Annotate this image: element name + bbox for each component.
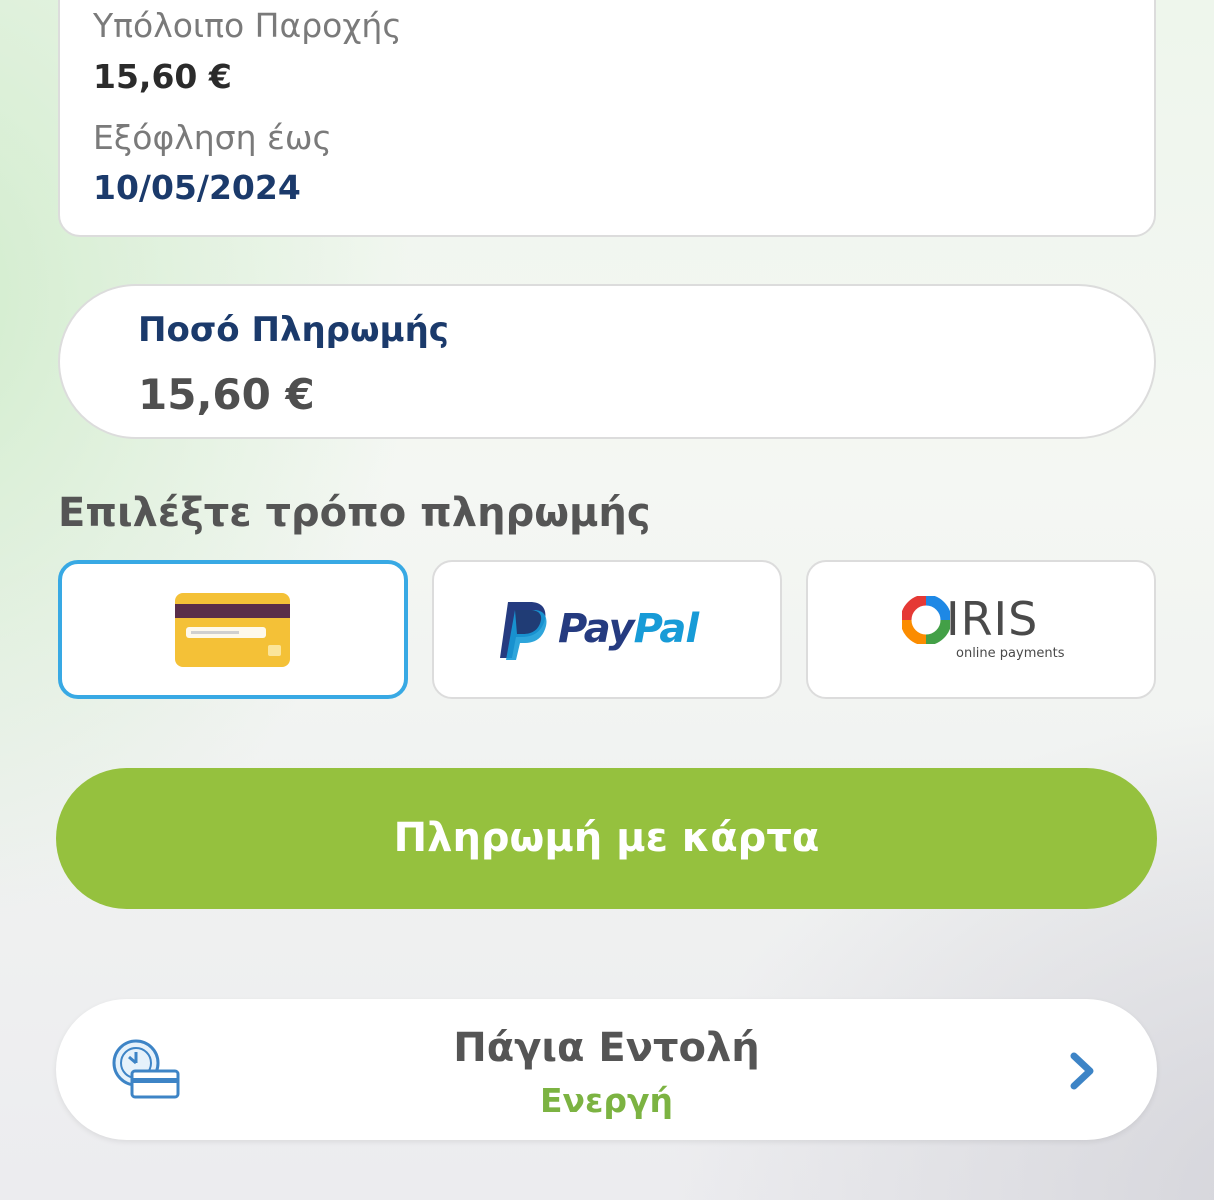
iris-logo: IRIS online payments <box>902 592 1065 666</box>
paypal-logo: PayPal <box>498 600 720 662</box>
payment-method-card[interactable] <box>58 560 408 699</box>
payment-amount-value[interactable]: 15,60 € <box>138 370 315 419</box>
paypal-wordmark: PayPal <box>558 606 699 652</box>
standing-order-status: Ενεργή <box>540 1081 673 1120</box>
credit-card-icon <box>175 593 290 667</box>
payment-method-title: Επιλέξτε τρόπο πληρωμής <box>58 490 651 536</box>
pay-with-card-button[interactable]: Πληρωμή με κάρτα <box>56 768 1157 909</box>
chevron-right-icon[interactable] <box>1068 1051 1098 1091</box>
standing-order-title: Πάγια Εντολή <box>453 1025 760 1071</box>
paypal-p-icon <box>500 602 547 660</box>
paypal-wordmark-pay: Pay <box>558 606 635 652</box>
payment-method-iris[interactable]: IRIS online payments <box>806 560 1156 699</box>
bill-summary-card: Υπόλοιπο Παροχής 15,60 € Εξόφληση έως 10… <box>58 0 1156 237</box>
payment-method-paypal[interactable]: PayPal <box>432 560 782 699</box>
balance-label: Υπόλοιπο Παροχής <box>93 6 402 45</box>
standing-order-row[interactable]: Πάγια Εντολή Ενεργή <box>56 999 1157 1140</box>
iris-subtext: online payments <box>956 646 1065 661</box>
payment-amount-field[interactable]: Ποσό Πληρωμής 15,60 € <box>58 284 1156 439</box>
payment-amount-label: Ποσό Πληρωμής <box>138 310 449 350</box>
due-date-label: Εξόφληση έως <box>93 118 332 157</box>
iris-wordmark: IRIS <box>946 592 1039 646</box>
iris-ring-icon <box>902 596 950 644</box>
due-date-value: 10/05/2024 <box>93 168 301 207</box>
balance-value: 15,60 € <box>93 57 232 96</box>
paypal-wordmark-pal: Pal <box>633 606 699 652</box>
